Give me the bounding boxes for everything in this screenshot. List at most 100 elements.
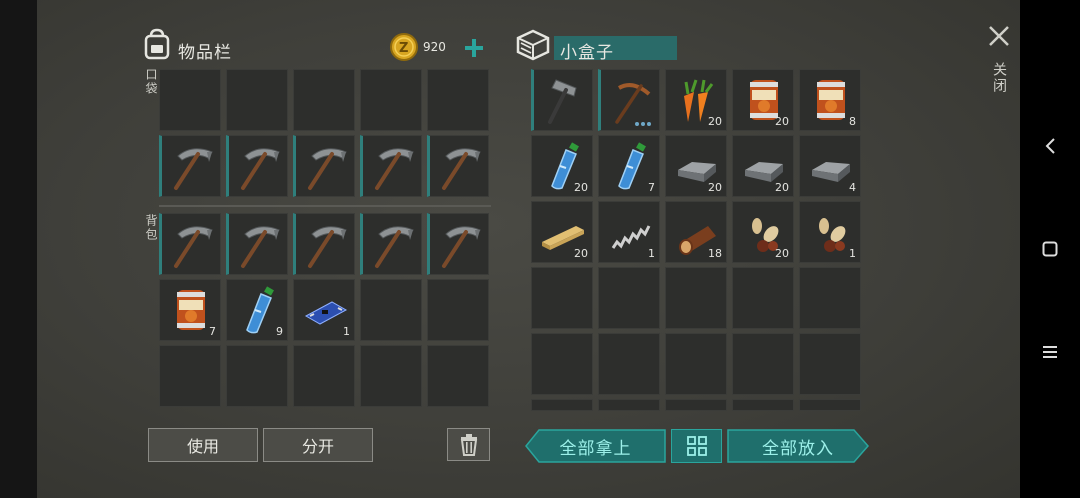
backpack-slot[interactable] (226, 213, 288, 275)
take-all-label: 全部拿上 (559, 438, 632, 459)
item-count: 20 (574, 181, 588, 194)
pickaxe-icon (442, 226, 481, 268)
pocket-slot[interactable] (226, 69, 288, 131)
box-slot[interactable]: 20 (732, 201, 794, 263)
item-count: 20 (775, 247, 789, 260)
close-label[interactable]: 关闭 (989, 62, 1009, 94)
box-slot[interactable] (598, 333, 660, 395)
durability-dots (635, 122, 651, 126)
backpack-slot[interactable] (427, 279, 489, 341)
backpack-slot[interactable] (226, 345, 288, 407)
box-slot[interactable] (799, 399, 861, 411)
box-slot[interactable]: 20 (665, 135, 727, 197)
box-slot[interactable] (531, 333, 593, 395)
box-slot[interactable] (665, 399, 727, 411)
add-coins-plus-icon[interactable] (464, 38, 484, 58)
box-slot[interactable] (598, 69, 660, 131)
menu-nav-button[interactable] (1020, 332, 1080, 372)
backpack-slot[interactable]: 7 (159, 279, 221, 341)
pocket-slot[interactable] (293, 135, 355, 197)
box-slot[interactable]: 4 (799, 135, 861, 197)
box-slot[interactable]: 1 (799, 201, 861, 263)
pocket-slot[interactable] (360, 69, 422, 131)
box-slot[interactable]: 8 (799, 69, 861, 131)
box-slot[interactable]: 20 (531, 201, 593, 263)
box-slot[interactable]: 20 (732, 135, 794, 197)
item-count: 1 (849, 247, 856, 260)
box-slot[interactable] (598, 399, 660, 411)
close-icon[interactable] (988, 25, 1010, 47)
use-button[interactable]: 使用 (148, 428, 258, 462)
menu-icon (1043, 346, 1057, 358)
pocket-slot[interactable] (159, 135, 221, 197)
trash-button[interactable] (447, 428, 490, 461)
item-count: 1 (343, 325, 350, 338)
spring-icon (611, 225, 651, 249)
box-slot[interactable]: 7 (598, 135, 660, 197)
water-bottle-icon (618, 142, 646, 190)
backpack-slot[interactable]: 9 (226, 279, 288, 341)
item-count: 20 (775, 181, 789, 194)
coin-icon: Z (390, 33, 418, 61)
seeds-icon (819, 218, 846, 252)
box-slot[interactable] (732, 267, 794, 329)
box-name-field[interactable]: 小盒子 (554, 36, 677, 63)
backpack-slot[interactable] (159, 213, 221, 275)
box-slot[interactable]: 20 (732, 69, 794, 131)
split-button[interactable]: 分开 (263, 428, 373, 462)
coin-count: 920 (423, 40, 446, 54)
pocket-slot[interactable] (360, 135, 422, 197)
backpack-slot[interactable] (360, 279, 422, 341)
pocket-slot[interactable] (159, 69, 221, 131)
box-slot[interactable] (531, 267, 593, 329)
box-slot[interactable] (665, 333, 727, 395)
backpack-slot[interactable] (427, 213, 489, 275)
box-slot[interactable] (665, 267, 727, 329)
box-slot[interactable] (598, 267, 660, 329)
left-edge (0, 0, 37, 498)
game-screen: 物品栏 Z 920 口袋 背包 7 9 1 使用 分开 小盒子 20 20 8 20 7 20… (37, 0, 1020, 498)
item-count: 4 (849, 181, 856, 194)
backpack-slot[interactable] (293, 345, 355, 407)
box-slot[interactable] (531, 399, 593, 411)
box-slot[interactable]: 1 (598, 201, 660, 263)
backpack-icon (144, 28, 170, 60)
item-count: 8 (849, 115, 856, 128)
pocket-slot[interactable] (427, 69, 489, 131)
backpack-slot[interactable] (360, 213, 422, 275)
sort-button[interactable] (671, 429, 722, 463)
backpack-slot[interactable] (293, 213, 355, 275)
box-slot[interactable] (732, 399, 794, 411)
pocket-backpack-divider (159, 205, 491, 207)
pocket-slot[interactable] (226, 135, 288, 197)
home-square-icon (1042, 241, 1058, 257)
pickaxe-icon (241, 148, 280, 190)
box-slot[interactable] (732, 333, 794, 395)
take-all-button[interactable]: 全部拿上 (525, 429, 666, 463)
put-all-button[interactable]: 全部放入 (727, 429, 869, 463)
home-nav-button[interactable] (1020, 229, 1080, 269)
box-icon (516, 29, 550, 61)
pocket-label: 口袋 (144, 68, 158, 96)
box-slot[interactable] (799, 333, 861, 395)
item-count: 1 (648, 247, 655, 260)
item-count: 20 (574, 247, 588, 260)
pocket-slot[interactable] (427, 135, 489, 197)
pickaxe-icon (375, 226, 414, 268)
box-slot[interactable] (799, 267, 861, 329)
box-slot[interactable]: 20 (665, 69, 727, 131)
backpack-slot[interactable] (427, 345, 489, 407)
pocket-slot[interactable] (293, 69, 355, 131)
backpack-slot[interactable]: 1 (293, 279, 355, 341)
system-navbar (1020, 0, 1080, 498)
item-count: 20 (708, 115, 722, 128)
box-slot[interactable] (531, 69, 593, 131)
pickaxe-icon (442, 148, 481, 190)
inventory-title: 物品栏 (178, 43, 232, 63)
box-slot[interactable]: 20 (531, 135, 593, 197)
box-slot[interactable]: 18 (665, 201, 727, 263)
back-nav-button[interactable] (1020, 126, 1080, 166)
backpack-slot[interactable] (360, 345, 422, 407)
food-can-icon (177, 290, 205, 330)
backpack-slot[interactable] (159, 345, 221, 407)
